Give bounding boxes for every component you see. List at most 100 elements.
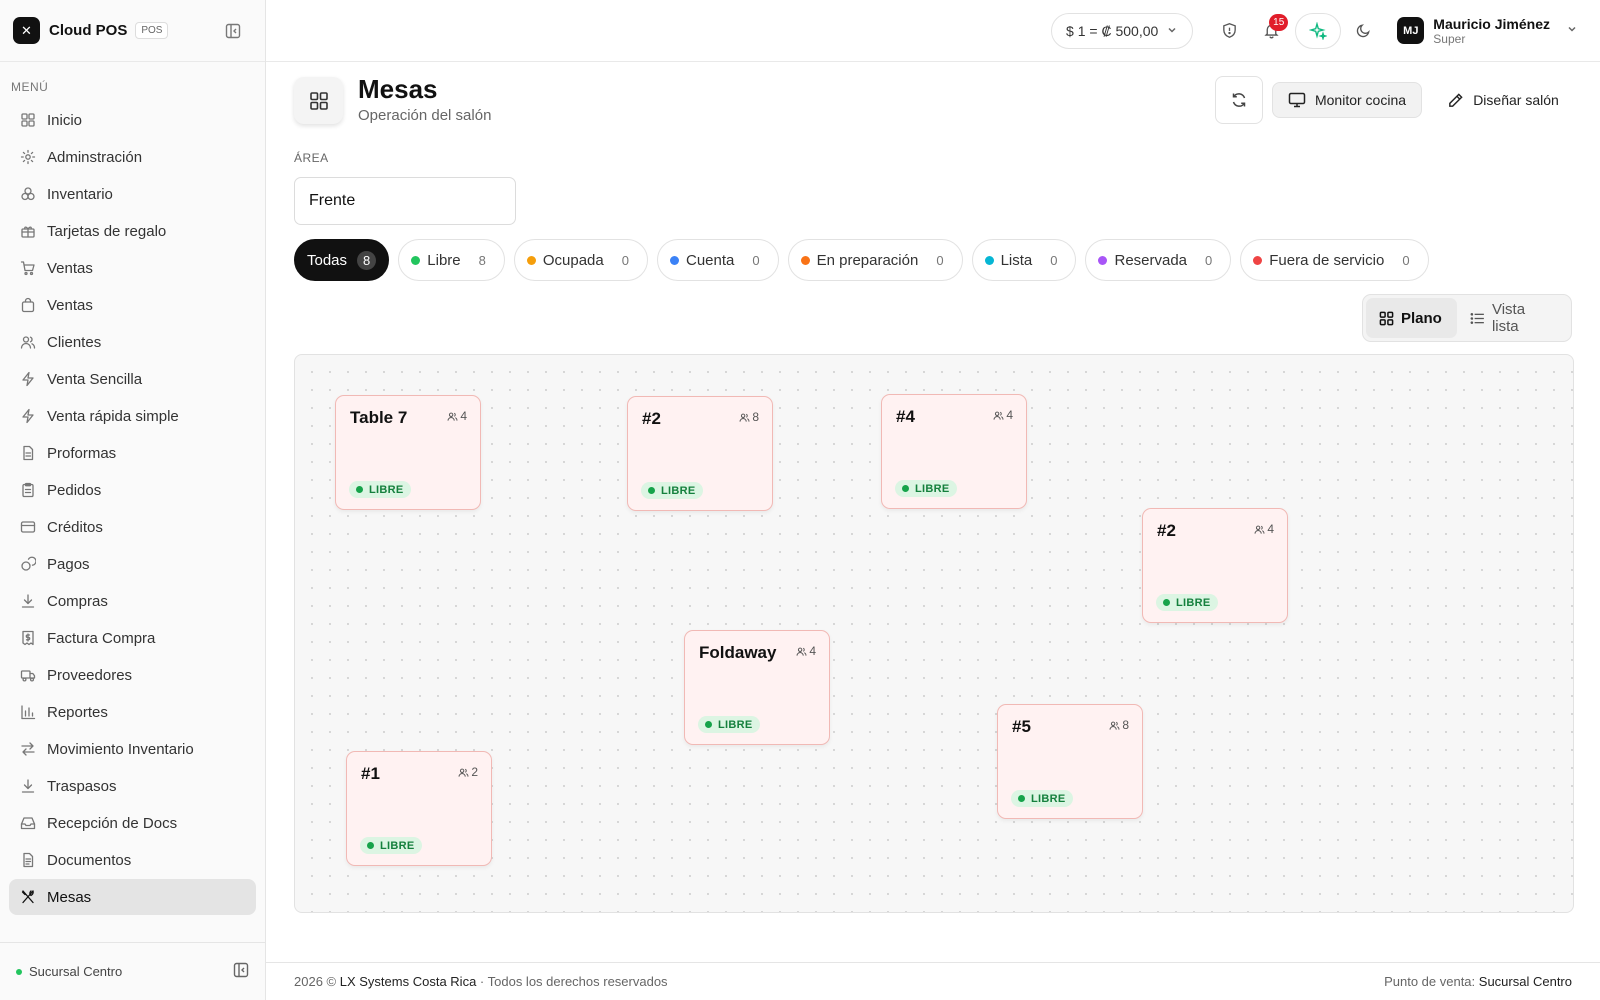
sidebar-item-label: Ventas <box>47 259 93 277</box>
filter-count: 8 <box>478 252 486 268</box>
area-select[interactable]: Frente <box>294 177 516 225</box>
table-card[interactable]: Table 7 4 LIBRE <box>335 395 481 510</box>
sidebar-menu: Inicio Adminstración Inventario Tarjetas de… <box>0 102 265 915</box>
filter-chip-cuenta[interactable]: Cuenta 0 <box>656 239 779 281</box>
plan-view-button[interactable]: Plano <box>1366 298 1458 338</box>
branch-name[interactable]: Sucursal Centro <box>29 964 122 979</box>
table-capacity: 2 <box>458 765 478 779</box>
table-card[interactable]: Foldaway 4 LIBRE <box>684 630 830 745</box>
moon-icon[interactable] <box>1343 11 1383 51</box>
sidebar-item-label: Ventas <box>47 296 93 314</box>
list-icon <box>1470 312 1485 324</box>
table-name: #2 <box>1157 521 1176 540</box>
sidebar-item-factura-compra[interactable]: Factura Compra <box>9 620 256 656</box>
pos-label: Punto de venta: <box>1384 974 1476 989</box>
filter-chip-en-preparación[interactable]: En preparación 0 <box>787 239 963 281</box>
sparkles-icon[interactable] <box>1295 12 1342 49</box>
notification-count-badge: 15 <box>1269 13 1289 31</box>
sidebar-item-compras[interactable]: Compras <box>9 583 256 619</box>
point-of-sale: Punto de venta: Sucursal Centro <box>1384 974 1572 989</box>
sidebar-item-reportes[interactable]: Reportes <box>9 694 256 730</box>
sidebar-collapse-icon[interactable] <box>222 20 244 42</box>
kitchen-monitor-button[interactable]: Monitor cocina <box>1272 82 1422 118</box>
sidebar-item-label: Venta Sencilla <box>47 370 143 388</box>
sidebar-item-ventas[interactable]: Ventas <box>9 250 256 286</box>
bolt-icon <box>20 408 36 424</box>
table-name: Foldaway <box>699 643 777 662</box>
sidebar-item-label: Traspasos <box>47 777 117 795</box>
filter-chip-fuera-de-servicio[interactable]: Fuera de servicio 0 <box>1240 239 1429 281</box>
filter-chip-libre[interactable]: Libre 8 <box>398 239 505 281</box>
sidebar-item-proveedores[interactable]: Proveedores <box>9 657 256 693</box>
sidebar-item-recepción-de-docs[interactable]: Recepción de Docs <box>9 805 256 841</box>
filter-count: 0 <box>936 252 944 268</box>
design-room-button[interactable]: Diseñar salón <box>1438 82 1568 118</box>
list-view-button[interactable]: Vista lista <box>1457 298 1568 338</box>
sidebar-item-créditos[interactable]: Créditos <box>9 509 256 545</box>
document-icon <box>20 852 36 868</box>
page-title: Mesas <box>358 74 438 104</box>
filter-chip-lista[interactable]: Lista 0 <box>971 239 1077 281</box>
table-name: #1 <box>361 764 380 783</box>
sidebar-item-inventario[interactable]: Inventario <box>9 176 256 212</box>
table-card[interactable]: #2 8 LIBRE <box>627 396 773 511</box>
table-card[interactable]: #2 4 LIBRE <box>1142 508 1288 623</box>
table-card[interactable]: #1 2 LIBRE <box>346 751 492 866</box>
table-card[interactable]: #5 8 LIBRE <box>997 704 1143 819</box>
shield-icon[interactable] <box>1209 11 1249 51</box>
refresh-icon <box>1232 93 1246 107</box>
capacity-value: 8 <box>1122 718 1129 732</box>
app-logo[interactable]: ✕ <box>13 17 40 44</box>
branch-status-dot <box>16 968 22 975</box>
users-icon <box>447 412 458 421</box>
sidebar-item-mesas[interactable]: Mesas <box>9 879 256 915</box>
table-name: #4 <box>896 407 915 426</box>
status-badge: LIBRE <box>895 480 957 497</box>
sidebar-item-inicio[interactable]: Inicio <box>9 102 256 138</box>
sidebar-item-movimiento-inventario[interactable]: Movimiento Inventario <box>9 731 256 767</box>
sidebar-item-traspasos[interactable]: Traspasos <box>9 768 256 804</box>
sidebar-item-ventas[interactable]: Ventas <box>9 287 256 323</box>
filter-chip-ocupada[interactable]: Ocupada 0 <box>513 239 648 281</box>
table-capacity: 4 <box>796 644 816 658</box>
sidebar-item-label: Tarjetas de regalo <box>47 222 167 240</box>
sidebar-item-label: Clientes <box>47 333 102 351</box>
clipboard-icon <box>20 482 36 498</box>
bolt-icon <box>20 371 36 387</box>
status-label: LIBRE <box>380 839 415 852</box>
sidebar-item-pagos[interactable]: Pagos <box>9 546 256 582</box>
chevron-down-icon <box>1166 23 1178 39</box>
table-card[interactable]: #4 4 LIBRE <box>881 394 1027 509</box>
sidebar-item-adminstración[interactable]: Adminstración <box>9 139 256 175</box>
capacity-value: 4 <box>1006 408 1013 422</box>
status-label: LIBRE <box>661 484 696 497</box>
sidebar-item-venta-rápida-simple[interactable]: Venta rápida simple <box>9 398 256 434</box>
currency-selector[interactable]: $ 1 = ₡ 500,00 <box>1051 12 1194 49</box>
status-badge: LIBRE <box>1156 594 1218 611</box>
status-filters: Todas 8 Libre 8 Ocupada 0 Cuenta 0 En preparació… <box>294 239 1438 281</box>
bell-icon[interactable]: 15 <box>1251 11 1291 51</box>
status-dot <box>1163 599 1170 606</box>
sidebar-item-clientes[interactable]: Clientes <box>9 324 256 360</box>
sidebar-item-pedidos[interactable]: Pedidos <box>9 472 256 508</box>
table-capacity: 8 <box>739 410 759 424</box>
sidebar-item-label: Pedidos <box>47 481 102 499</box>
status-label: LIBRE <box>1176 596 1211 609</box>
sidebar-item-label: Inventario <box>47 185 113 203</box>
filter-chip-reservada[interactable]: Reservada 0 <box>1085 239 1232 281</box>
sidebar-item-tarjetas-de-regalo[interactable]: Tarjetas de regalo <box>9 213 256 249</box>
sidebar-item-label: Factura Compra <box>47 629 156 647</box>
sidebar-item-proformas[interactable]: Proformas <box>9 435 256 471</box>
sidebar-item-label: Adminstración <box>47 148 143 166</box>
collapse-sidebar-icon[interactable] <box>233 962 249 981</box>
sidebar-item-documentos[interactable]: Documentos <box>9 842 256 878</box>
status-dot <box>1018 795 1025 802</box>
sidebar-item-venta-sencilla[interactable]: Venta Sencilla <box>9 361 256 397</box>
refresh-button[interactable] <box>1215 76 1263 124</box>
users-icon <box>993 411 1004 420</box>
sidebar-item-label: Inicio <box>47 111 83 129</box>
user-menu[interactable]: MJ Mauricio Jiménez Super <box>1397 16 1578 46</box>
filter-chip-todas[interactable]: Todas 8 <box>294 239 390 281</box>
table-name: #5 <box>1012 717 1031 736</box>
grid-icon <box>294 77 343 124</box>
